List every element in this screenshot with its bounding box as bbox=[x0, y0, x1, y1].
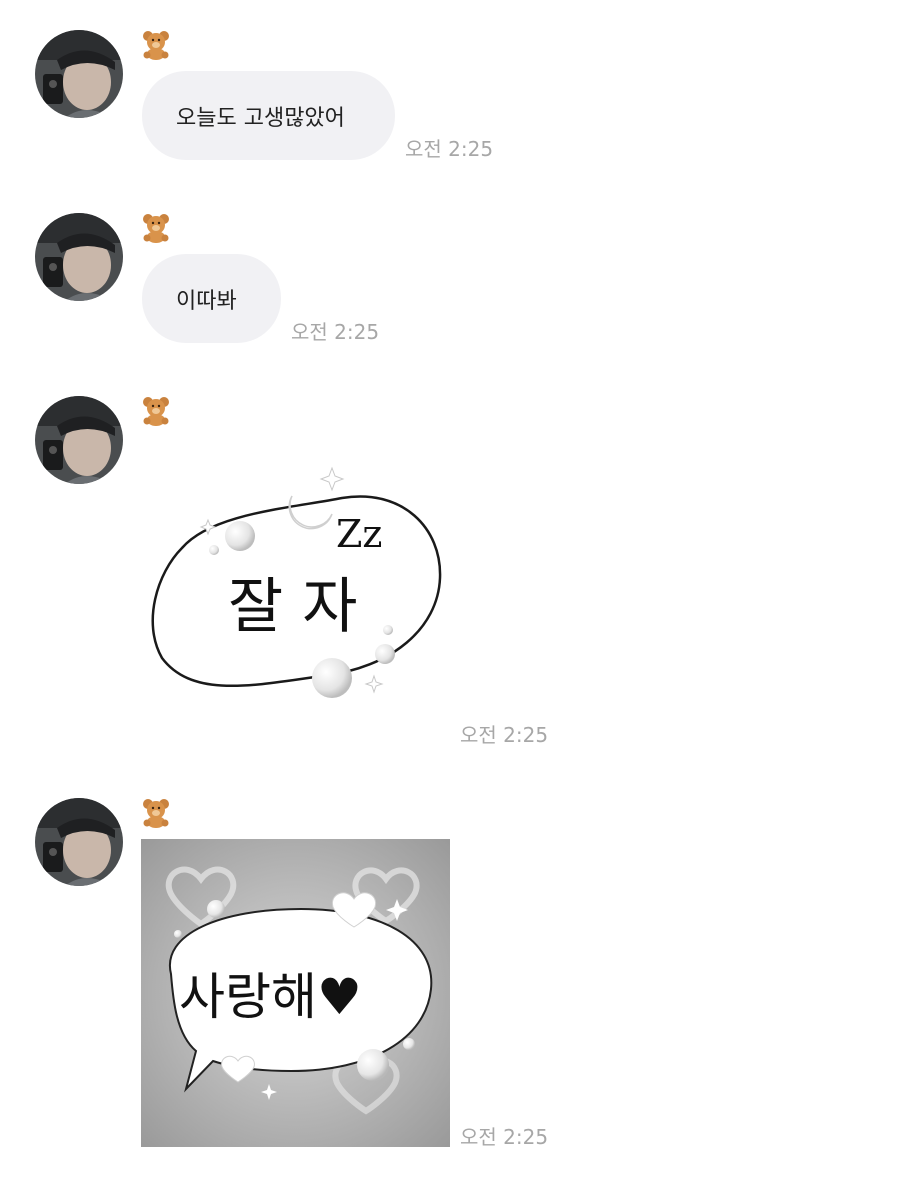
message-timestamp: 오전 2:25 bbox=[405, 137, 494, 161]
teddy-bear-icon bbox=[142, 396, 170, 426]
sender-avatar[interactable] bbox=[35, 396, 123, 484]
sticker-caption: 잘 자 bbox=[228, 572, 358, 642]
sender-avatar[interactable] bbox=[35, 798, 123, 886]
teddy-bear-icon bbox=[142, 30, 170, 60]
sleep-sticker[interactable]: 잘 자 Zz bbox=[142, 458, 452, 718]
teddy-bear-icon bbox=[142, 213, 170, 243]
message-timestamp: 오전 2:25 bbox=[460, 723, 549, 747]
message-text: 오늘도 고생많았어 bbox=[176, 105, 345, 131]
message-timestamp: 오전 2:25 bbox=[291, 320, 380, 344]
teddy-bear-icon bbox=[142, 798, 170, 828]
image-caption: 사랑해♥ bbox=[179, 968, 362, 1026]
message-bubble[interactable]: 이따봐 bbox=[142, 254, 281, 343]
sender-avatar[interactable] bbox=[35, 213, 123, 301]
image-message[interactable]: 사랑해♥ bbox=[141, 839, 450, 1147]
sticker-zz-label: Zz bbox=[336, 512, 383, 556]
message-text: 이따봐 bbox=[176, 288, 237, 314]
sender-avatar[interactable] bbox=[35, 30, 123, 118]
message-bubble[interactable]: 오늘도 고생많았어 bbox=[142, 71, 395, 160]
message-timestamp: 오전 2:25 bbox=[460, 1125, 549, 1149]
